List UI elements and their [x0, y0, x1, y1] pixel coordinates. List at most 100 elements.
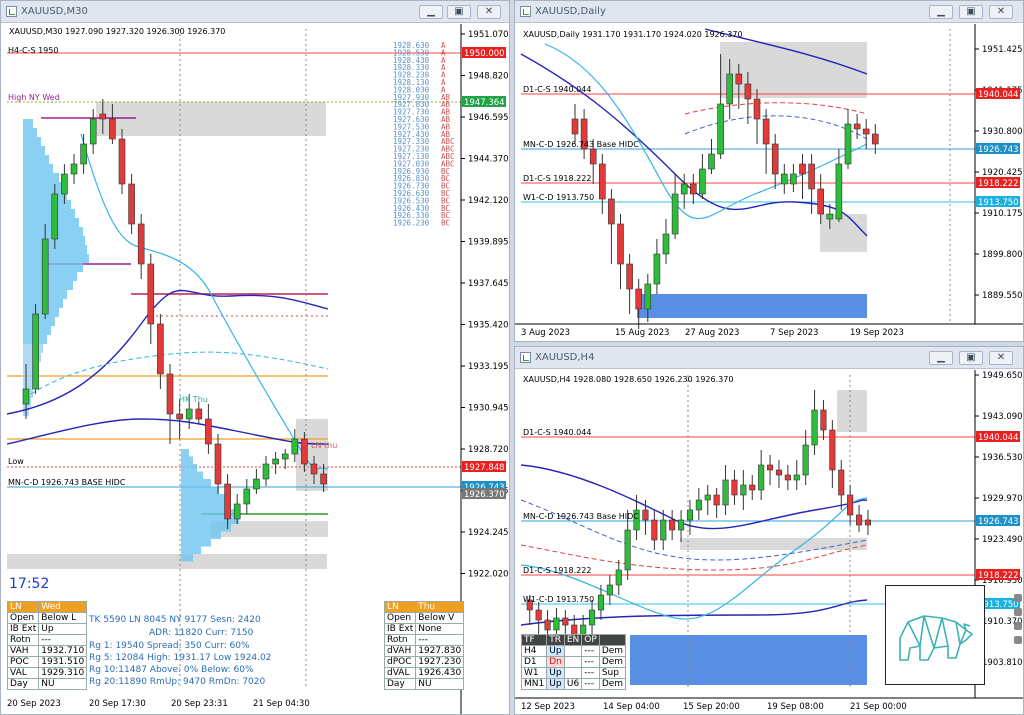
ma-dashed-red	[684, 102, 868, 115]
trend-cell: Up	[546, 678, 565, 690]
trend-header: TR	[546, 634, 565, 646]
candle-body	[205, 418, 212, 445]
daily-ohlc-text: XAUUSD,Daily 1931.170 1931.170 1924.020 …	[523, 30, 743, 39]
minimize-button[interactable]: ▁	[929, 351, 953, 365]
maximize-button[interactable]: ▣	[959, 5, 983, 19]
date-label: 15 Aug 2023	[615, 328, 669, 338]
h4-titlebar[interactable]: XAUUSD,H4 ▁ ▣ ✕	[515, 347, 1023, 369]
panel-cell: Open	[6, 612, 40, 624]
profile-bar	[23, 191, 67, 200]
price-flag-text: 1926.743	[978, 145, 1019, 155]
candle-body	[185, 408, 193, 420]
side-tool-icon[interactable]	[1014, 636, 1022, 644]
candle-body	[817, 188, 825, 215]
daily-window-title: XAUUSD,Daily	[535, 6, 606, 17]
profile-bar	[23, 272, 77, 281]
close-button[interactable]: ✕	[477, 5, 501, 19]
side-tool-icon[interactable]	[1014, 594, 1022, 602]
candle-body	[195, 408, 203, 420]
profile-bar	[23, 155, 49, 164]
panel-cell: NU	[415, 678, 465, 690]
candle-body	[678, 519, 685, 531]
level-label: W1-C-D 1913.750	[523, 595, 594, 604]
candle-body	[608, 198, 615, 225]
ma-dashed-blue	[520, 499, 868, 561]
ladder-price: 1926.230	[393, 219, 430, 228]
candle-body	[717, 103, 724, 155]
panel-header-session: LN	[383, 601, 417, 613]
stat-line: Rg 20:11890 RmUp: 9470 RmDn: 7020	[89, 677, 266, 687]
low-label: Low	[8, 457, 24, 466]
h4-chart-window[interactable]: XAUUSD,H4 ▁ ▣ ✕ 1949.650 1943.090 1936.530…	[514, 346, 1024, 715]
profile-bar	[181, 539, 211, 547]
close-button[interactable]: ✕	[989, 351, 1013, 365]
candle-body	[281, 453, 289, 460]
daily-time-axis: 3 Aug 2023 15 Aug 2023 27 Aug 2023 7 Sep 20…	[521, 328, 904, 338]
m30-ohlc-text: XAUUSD,M30 1927.090 1927.320 1926.300 19…	[9, 27, 225, 36]
profile-bar	[23, 254, 89, 263]
level-label: D1-C-S 1918.222	[523, 566, 591, 575]
price-flag-text: 1947.364	[464, 98, 505, 108]
maximize-button[interactable]: ▣	[959, 351, 983, 365]
candle-body	[626, 263, 633, 290]
trend-cell: Dn	[546, 656, 565, 668]
candle-body	[853, 123, 861, 130]
candle-body	[771, 143, 779, 175]
panel-cell: ---	[38, 634, 88, 646]
axis-price-label: 1951.070	[468, 30, 509, 40]
axis-price-label: 1935.420	[468, 321, 509, 331]
candle-body	[617, 223, 624, 265]
base-hidc-label: MN-C-D 1926.743 BASE HIDC	[8, 478, 126, 487]
profile-bar	[181, 494, 225, 502]
axis-price-label: 1923.490	[982, 535, 1023, 545]
panel-cell: POC	[6, 656, 40, 668]
candle-body	[214, 443, 222, 485]
candle-body	[301, 438, 308, 465]
trend-cell: Dem	[598, 645, 627, 657]
m30-chart-window[interactable]: XAUUSD,M30 ▁ ▣ ✕ 1951.070 1948.820 1946.…	[0, 0, 510, 715]
candle-body	[811, 409, 818, 446]
candle-body	[157, 323, 164, 375]
daily-chart-window[interactable]: XAUUSD,Daily ▁ ▣ ✕ 1951.4251941.1751930.…	[514, 0, 1024, 342]
trend-cell: Dem	[598, 678, 627, 690]
profile-bar	[181, 531, 221, 539]
profile-bar	[23, 137, 41, 146]
candle-body	[799, 163, 806, 175]
candle-body	[553, 617, 560, 631]
axis-price-label: 1942.120	[468, 196, 509, 206]
bear-logo	[885, 585, 985, 685]
axis-price-label: 1929.970	[982, 494, 1023, 504]
maximize-button[interactable]: ▣	[447, 5, 471, 19]
candle-body	[699, 168, 706, 195]
candle-body	[835, 163, 843, 220]
candle-body	[262, 463, 270, 480]
daily-titlebar[interactable]: XAUUSD,Daily ▁ ▣ ✕	[515, 1, 1023, 23]
close-button[interactable]: ✕	[989, 5, 1013, 19]
demand-zone-blue	[630, 635, 867, 685]
level-label: W1-C-D 1913.750	[523, 193, 594, 202]
session-panel-right: LN Thu Open Below V IB Ext None Rotn --- dVA…	[383, 601, 465, 690]
panel-cell: Below L	[38, 612, 88, 624]
candle-body	[80, 143, 87, 165]
candle-body	[749, 484, 756, 491]
stat-line: ADR: 11820 Curr: 7150	[149, 628, 254, 638]
candle-body	[137, 223, 145, 265]
daily-chart-canvas[interactable]: 1951.4251941.1751930.8001920.4251910.175…	[515, 24, 1023, 342]
candle-body	[99, 113, 107, 120]
minimize-button[interactable]: ▁	[929, 5, 953, 19]
candle-body	[589, 609, 596, 626]
stat-line: Rg 1: 19540 Spread: 350 Curr: 60%	[89, 641, 250, 651]
trend-cell: ---	[581, 678, 600, 690]
price-flag-text: 1926.743	[978, 517, 1019, 527]
candle-body	[820, 409, 827, 431]
axis-price-label: 1889.550	[982, 291, 1023, 301]
minimize-button[interactable]: ▁	[419, 5, 443, 19]
side-tool-icon[interactable]	[1014, 608, 1022, 616]
panel-header-day: Thu	[415, 601, 465, 613]
candle-body	[704, 494, 711, 501]
panel-cell: IB Ext	[383, 623, 417, 635]
side-tool-icon[interactable]	[1014, 622, 1022, 630]
panel-cell: 1926.430	[415, 667, 465, 679]
m30-titlebar[interactable]: XAUUSD,M30 ▁ ▣ ✕	[1, 1, 509, 23]
trend-cell: Dem	[598, 656, 627, 668]
